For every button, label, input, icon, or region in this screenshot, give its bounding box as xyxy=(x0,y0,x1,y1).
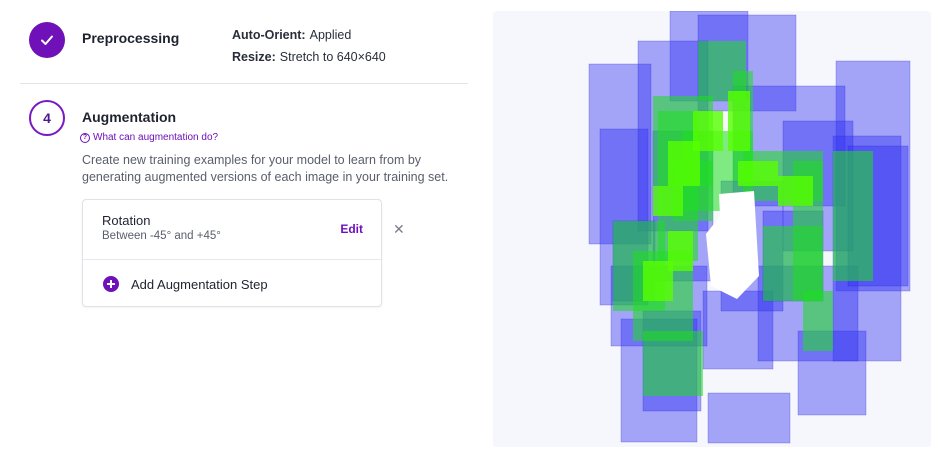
add-augmentation-step-label: Add Augmentation Step xyxy=(131,277,268,292)
heatmap-hotspot xyxy=(643,331,703,396)
step-complete-badge xyxy=(29,22,65,58)
augmentation-title: Augmentation xyxy=(82,109,177,125)
augmentation-description: Create new training examples for your mo… xyxy=(82,153,449,184)
heatmap-peak xyxy=(668,231,693,271)
auto-orient-setting: Auto-Orient: Applied xyxy=(232,28,351,42)
auto-orient-label: Auto-Orient: xyxy=(232,28,306,42)
question-circle-icon: ? xyxy=(80,132,90,143)
augmentation-step-rotation: Rotation Between -45° and +45° Edit xyxy=(83,200,381,260)
resize-setting: Resize: Stretch to 640×640 xyxy=(232,50,386,64)
augmentation-step-detail: Between -45° and +45° xyxy=(102,230,221,242)
resize-label: Resize: xyxy=(232,50,276,64)
section-divider xyxy=(20,83,468,84)
preprocessing-title: Preprocessing xyxy=(82,30,180,46)
augmentation-step-name: Rotation xyxy=(102,213,151,228)
heatmap-box xyxy=(707,392,791,444)
augmentation-steps-card: Rotation Between -45° and +45° Edit Add … xyxy=(82,199,382,307)
check-icon xyxy=(41,35,53,45)
add-augmentation-step-button[interactable]: Add Augmentation Step xyxy=(83,260,381,307)
heatmap-hotspot xyxy=(803,291,833,351)
heatmap-peak xyxy=(653,186,683,216)
resize-value: Stretch to 640×640 xyxy=(279,50,386,64)
heatmap-peak xyxy=(778,176,813,206)
plus-circle-icon xyxy=(103,276,119,292)
annotation-heatmap xyxy=(493,11,931,447)
help-link-label: What can augmentation do? xyxy=(93,132,219,143)
heatmap-peak xyxy=(728,91,750,151)
heatmap-peak xyxy=(693,111,723,151)
heatmap-hotspot xyxy=(833,151,873,281)
remove-rotation-button[interactable]: ✕ xyxy=(393,221,405,238)
step-number-badge: 4 xyxy=(29,100,65,136)
auto-orient-value: Applied xyxy=(309,28,352,42)
heatmap-peak xyxy=(738,161,778,186)
edit-rotation-button[interactable]: Edit xyxy=(340,222,363,236)
augmentation-help-link[interactable]: ? What can augmentation do? xyxy=(80,132,218,143)
heatmap-hotspot xyxy=(763,226,823,301)
heatmap-canvas xyxy=(588,11,911,444)
